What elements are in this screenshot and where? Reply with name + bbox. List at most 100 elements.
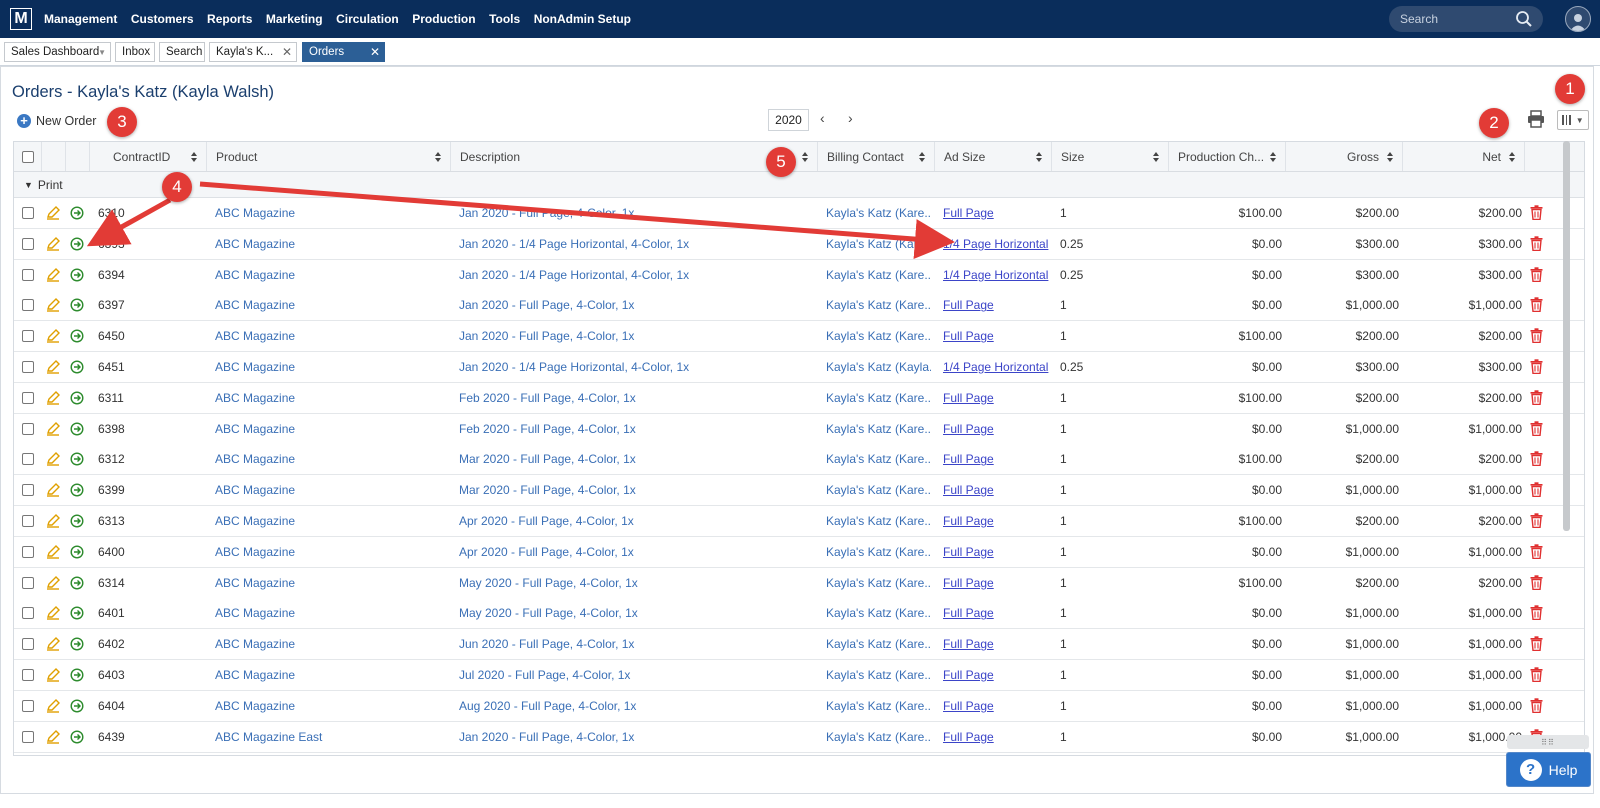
close-icon[interactable]: ✕ [282, 45, 292, 59]
product-link[interactable]: ABC Magazine [215, 383, 445, 413]
table-row[interactable]: 6313 ABC Magazine Apr 2020 - Full Page, 4-… [14, 506, 1584, 537]
billing-contact-link[interactable]: Kayla's Katz (Kare... [826, 260, 931, 290]
tab-sales-dashboard[interactable]: Sales Dashboard ▼ [4, 42, 111, 62]
help-drag-handle[interactable]: ⠿⠿ [1507, 735, 1589, 749]
description-link[interactable]: Apr 2020 - Full Page, 4-Color, 1x [459, 537, 814, 567]
description-link[interactable]: Mar 2020 - Full Page, 4-Color, 1x [459, 444, 814, 474]
ad-size-link[interactable]: 1/4 Page Horizontal [943, 360, 1048, 374]
edit-icon[interactable] [46, 722, 64, 752]
edit-icon[interactable] [46, 537, 64, 567]
product-link[interactable]: ABC Magazine [215, 568, 445, 598]
go-icon[interactable] [70, 629, 88, 659]
product-link[interactable]: ABC Magazine [215, 691, 445, 721]
row-checkbox[interactable] [22, 361, 34, 373]
row-checkbox[interactable] [22, 638, 34, 651]
product-link[interactable]: ABC Magazine [215, 660, 445, 690]
ad-size-link[interactable]: 1/4 Page Horizontal [943, 268, 1048, 282]
table-row[interactable]: 6450 ABC Magazine Jan 2020 - Full Page, 4-… [14, 321, 1584, 353]
new-order-button[interactable]: + New Order [17, 114, 96, 128]
description-link[interactable]: Feb 2020 - Full Page, 4-Color, 1x [459, 414, 814, 444]
row-checkbox[interactable] [22, 268, 34, 281]
row-checkbox[interactable] [22, 545, 34, 558]
row-checkbox[interactable] [22, 237, 34, 250]
col-contractid[interactable]: ContractID [90, 142, 207, 171]
trash-icon[interactable] [1530, 513, 1543, 528]
product-link[interactable]: ABC Magazine [215, 414, 445, 444]
product-link[interactable]: ABC Magazine [215, 198, 445, 228]
trash-icon[interactable] [1530, 605, 1543, 621]
edit-icon[interactable] [46, 506, 64, 536]
table-row[interactable]: 6451 ABC Magazine Jan 2020 - 1/4 Page Hori… [14, 352, 1584, 383]
description-link[interactable]: Jan 2020 - Full Page, 4-Color, 1x [459, 198, 814, 228]
go-icon[interactable] [70, 506, 88, 536]
billing-contact-link[interactable]: Kayla's Katz (Kare... [826, 568, 931, 598]
search-icon[interactable] [1515, 10, 1533, 28]
tab-inbox[interactable]: Inbox [115, 42, 155, 62]
billing-contact-link[interactable]: Kayla's Katz (Kare... [826, 321, 931, 351]
ad-size-link[interactable]: Full Page [943, 730, 994, 744]
row-checkbox[interactable] [22, 330, 34, 343]
caret-down-icon[interactable]: ▼ [98, 48, 106, 57]
description-link[interactable]: Feb 2020 - Full Page, 4-Color, 1x [459, 383, 814, 413]
trash-icon[interactable] [1530, 667, 1543, 682]
product-link[interactable]: ABC Magazine [215, 475, 445, 505]
table-row[interactable]: 6400 ABC Magazine Apr 2020 - Full Page, 4-… [14, 536, 1584, 568]
trash-icon[interactable] [1530, 420, 1543, 436]
billing-contact-link[interactable]: Kayla's Katz (Kayla... [826, 352, 931, 382]
trash-icon[interactable] [1530, 574, 1543, 590]
ad-size-link[interactable]: Full Page [943, 422, 994, 436]
prev-year-button[interactable]: ‹ [820, 110, 825, 126]
col-billing-contact[interactable]: Billing Contact [818, 142, 935, 171]
edit-icon[interactable] [46, 660, 64, 690]
edit-icon[interactable] [46, 290, 64, 320]
help-button[interactable]: ? Help [1506, 752, 1591, 787]
billing-contact-link[interactable]: Kayla's Katz (Kare... [826, 383, 931, 413]
table-row[interactable]: 6397 ABC Magazine Jan 2020 - Full Page, 4-… [14, 290, 1584, 322]
go-icon[interactable] [70, 660, 88, 690]
description-link[interactable]: Jan 2020 - Full Page, 4-Color, 1x [459, 321, 814, 351]
ad-size-link[interactable]: Full Page [943, 298, 994, 312]
ad-size-link[interactable]: Full Page [943, 483, 994, 497]
tab-search[interactable]: Search [159, 42, 205, 62]
nav-circulation[interactable]: Circulation [336, 12, 399, 26]
billing-contact-link[interactable]: Kayla's Katz (Kare... [826, 722, 931, 752]
trash-icon[interactable] [1530, 544, 1543, 559]
trash-icon[interactable] [1530, 297, 1543, 313]
table-row[interactable]: 6398 ABC Magazine Feb 2020 - Full Page, 4-… [14, 413, 1584, 445]
col-net[interactable]: Net [1403, 142, 1525, 171]
billing-contact-link[interactable]: Kayla's Katz (Kare... [826, 198, 931, 228]
col-ad-size[interactable]: Ad Size [935, 142, 1052, 171]
group-row-print[interactable]: ▼ Print [14, 172, 1584, 198]
edit-icon[interactable] [46, 352, 64, 382]
trash-icon[interactable] [1530, 482, 1543, 498]
trash-icon[interactable] [1530, 236, 1543, 251]
edit-icon[interactable] [46, 691, 64, 721]
ad-size-link[interactable]: 1/4 Page Horizontal [943, 237, 1048, 251]
ad-size-link[interactable]: Full Page [943, 606, 994, 620]
print-icon[interactable] [1527, 110, 1545, 128]
row-checkbox[interactable] [22, 207, 34, 219]
ad-size-link[interactable]: Full Page [943, 452, 994, 466]
user-icon[interactable] [1565, 6, 1591, 32]
nav-management[interactable]: Management [44, 12, 117, 26]
edit-icon[interactable] [46, 475, 64, 505]
description-link[interactable]: Jan 2020 - 1/4 Page Horizontal, 4-Color,… [459, 352, 814, 382]
billing-contact-link[interactable]: Kayla's Katz (Kare... [826, 475, 931, 505]
description-link[interactable]: Jan 2020 - Full Page, 4-Color, 1x [459, 290, 814, 320]
ad-size-link[interactable]: Full Page [943, 545, 994, 559]
description-link[interactable]: Jan 2020 - Full Page, 4-Color, 1x [459, 722, 814, 752]
search-input[interactable] [1400, 12, 1510, 26]
table-row[interactable]: 6394 ABC Magazine Jan 2020 - 1/4 Page Hori… [14, 259, 1584, 291]
edit-icon[interactable] [46, 414, 64, 444]
trash-icon[interactable] [1530, 451, 1543, 467]
product-link[interactable]: ABC Magazine [215, 290, 445, 320]
nav-customers[interactable]: Customers [131, 12, 194, 26]
go-icon[interactable] [70, 722, 88, 752]
ad-size-link[interactable]: Full Page [943, 576, 994, 590]
table-row[interactable]: 6399 ABC Magazine Mar 2020 - Full Page, 4-… [14, 475, 1584, 507]
description-link[interactable]: Jun 2020 - Full Page, 4-Color, 1x [459, 629, 814, 659]
go-icon[interactable] [70, 598, 88, 628]
billing-contact-link[interactable]: Kayla's Katz (Kare... [826, 444, 931, 474]
row-checkbox[interactable] [22, 299, 34, 312]
row-checkbox[interactable] [22, 730, 34, 743]
